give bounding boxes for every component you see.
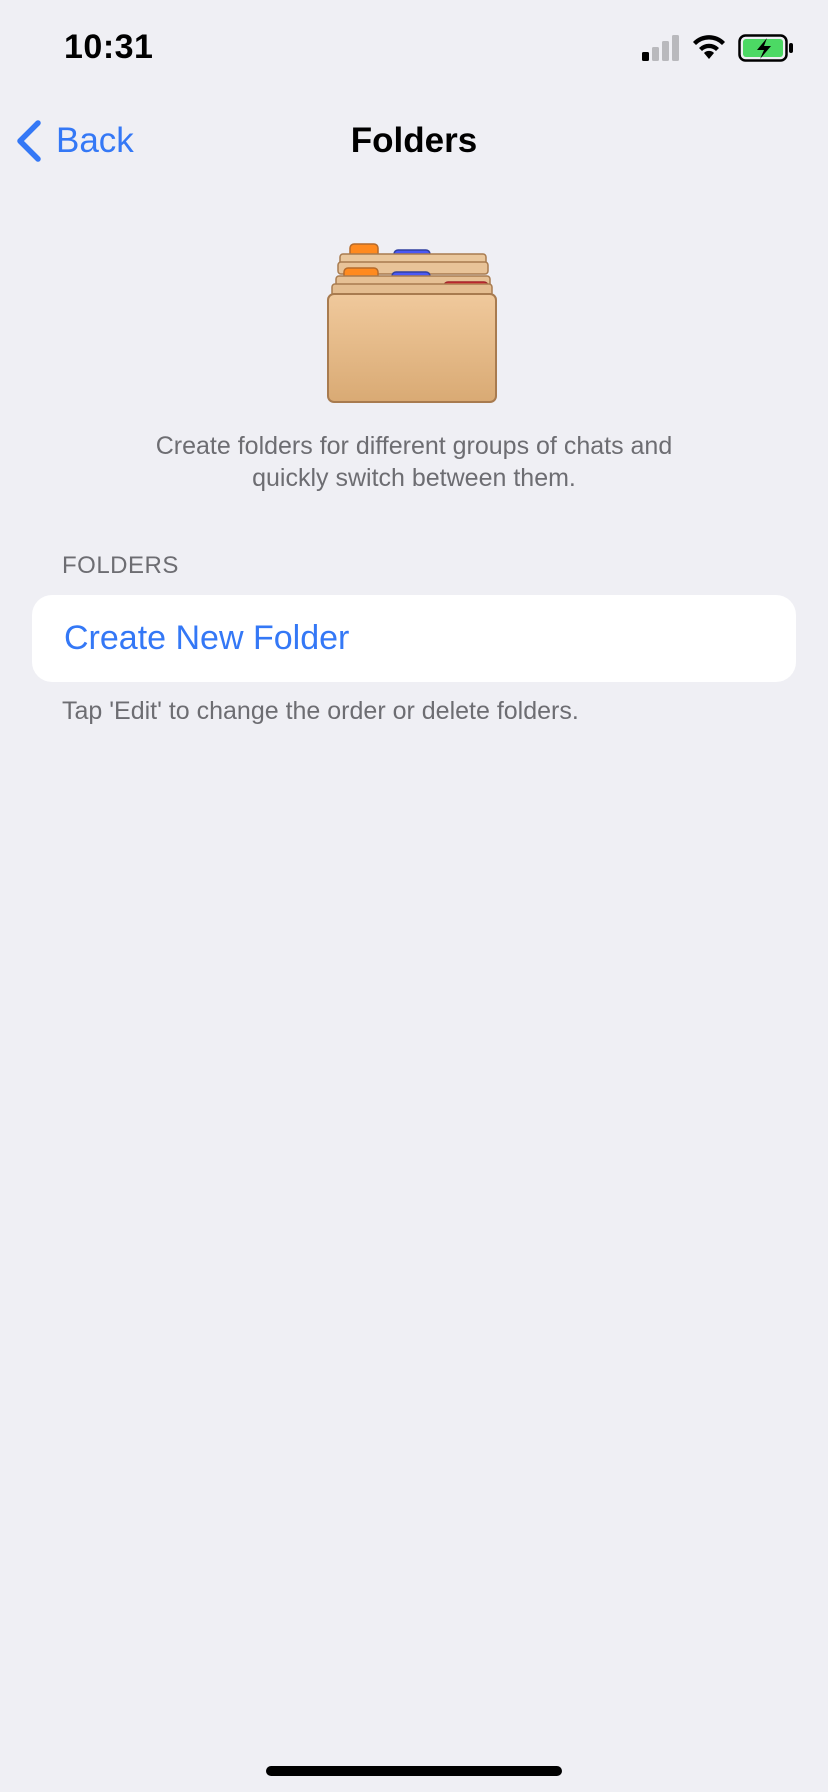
- folders-illustration-icon: [326, 238, 502, 408]
- wifi-icon: [692, 35, 726, 66]
- navigation-bar: Back Folders: [0, 110, 828, 172]
- status-time: 10:31: [64, 28, 154, 66]
- home-indicator[interactable]: [266, 1766, 562, 1776]
- edit-hint: Tap 'Edit' to change the order or delete…: [62, 697, 579, 725]
- folders-section-header: FOLDERS: [62, 552, 179, 579]
- battery-charging-icon: [738, 34, 794, 67]
- page-title: Folders: [350, 121, 478, 160]
- description-line-1: Create folders for different groups of c…: [155, 432, 673, 460]
- status-bar: 10:31: [0, 0, 828, 100]
- description-line-2: quickly switch between them.: [252, 464, 576, 492]
- signal-icon: [642, 35, 680, 66]
- create-new-folder-button[interactable]: Create New Folder: [64, 619, 349, 658]
- create-new-folder-row[interactable]: Create New Folder: [32, 595, 796, 682]
- folders-description: Create folders for different groups of c…: [80, 430, 748, 494]
- status-icons: [642, 34, 794, 67]
